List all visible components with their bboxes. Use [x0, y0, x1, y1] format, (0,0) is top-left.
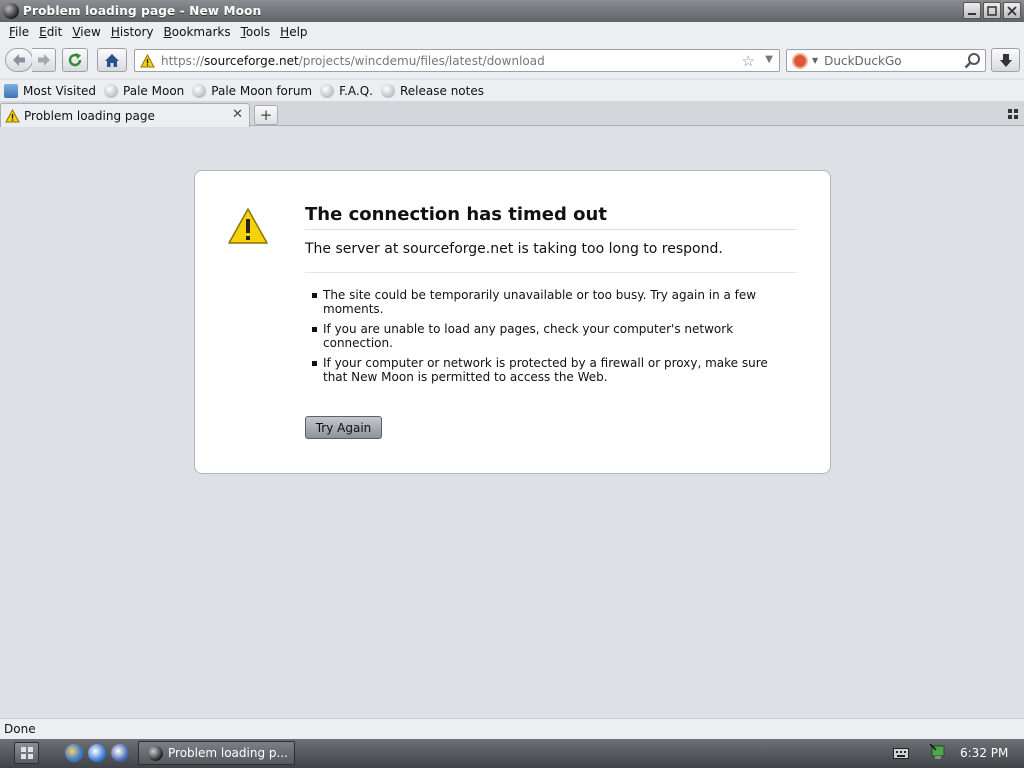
back-arrow-icon	[13, 54, 25, 66]
bookmark-label: Pale Moon	[123, 83, 185, 98]
home-icon	[105, 53, 119, 67]
tab-title: Problem loading page	[24, 108, 155, 123]
error-description: The server at sourceforge.net is taking …	[305, 241, 723, 257]
url-scheme: https://	[161, 53, 205, 68]
moon-favicon-icon	[320, 83, 335, 98]
url-host: sourceforge.net	[204, 53, 299, 68]
moon-favicon-icon	[192, 83, 207, 98]
tab-close-icon[interactable]: ✕	[232, 107, 243, 122]
reload-icon	[68, 53, 82, 67]
navigation-toolbar: https://sourceforge.net/projects/wincdem…	[0, 42, 1024, 78]
bookmark-pale-moon[interactable]: Pale Moon	[104, 83, 185, 98]
quicklaunch-media-player-icon[interactable]	[111, 744, 129, 762]
search-icon[interactable]	[964, 52, 981, 69]
tab-strip: Problem loading page ✕ +	[0, 101, 1024, 127]
bookmark-star-icon[interactable]: ☆	[742, 52, 755, 70]
window-titlebar: Problem loading page - New Moon	[0, 0, 1024, 22]
error-page-container: The connection has timed out The server …	[194, 170, 831, 474]
moon-favicon-icon	[381, 83, 395, 98]
status-text: Done	[4, 722, 36, 736]
bookmarks-toolbar: Most Visited Pale Moon Pale Moon forum F…	[0, 80, 1024, 101]
list-item: The site could be temporarily unavailabl…	[312, 288, 773, 316]
keyboard-icon[interactable]	[893, 746, 909, 760]
downloads-button[interactable]	[991, 48, 1020, 72]
menu-edit[interactable]: Edit	[39, 25, 62, 39]
start-grid-icon	[20, 747, 33, 759]
minimize-icon	[968, 12, 976, 15]
bookmark-faq[interactable]: F.A.Q.	[320, 83, 373, 98]
warning-icon	[5, 108, 20, 122]
network-icon[interactable]	[930, 744, 948, 762]
duckduckgo-engine-icon[interactable]	[792, 52, 808, 69]
status-bar: Done	[0, 718, 1024, 739]
menu-bar: File Edit View History Bookmarks Tools H…	[0, 22, 1024, 42]
new-moon-app-icon	[3, 3, 19, 19]
menu-help[interactable]: Help	[280, 25, 307, 39]
forward-button[interactable]	[32, 48, 56, 72]
engine-dropdown-icon[interactable]: ▼	[812, 56, 818, 65]
new-moon-app-icon	[148, 745, 163, 761]
close-icon	[1007, 5, 1017, 16]
home-button[interactable]	[97, 48, 127, 72]
menu-file[interactable]: File	[9, 25, 29, 39]
reload-button[interactable]	[62, 48, 88, 72]
bookmark-label: Most Visited	[23, 83, 97, 98]
url-text[interactable]: https://sourceforge.net/projects/wincdem…	[161, 54, 545, 68]
list-item: If your computer or network is protected…	[312, 356, 773, 384]
close-window-button[interactable]	[1003, 2, 1021, 19]
menu-view[interactable]: View	[72, 25, 100, 39]
most-visited-folder-icon	[4, 83, 18, 98]
maximize-icon	[987, 5, 997, 16]
page-content: The connection has timed out The server …	[0, 127, 1024, 718]
bookmark-most-visited[interactable]: Most Visited	[4, 83, 97, 98]
maximize-button[interactable]	[983, 2, 1001, 19]
quicklaunch-browser-icon[interactable]	[65, 744, 83, 762]
tab-problem-loading[interactable]: Problem loading page ✕	[0, 103, 250, 127]
bookmark-label: Release notes	[400, 83, 484, 98]
plus-icon: +	[259, 106, 273, 124]
menu-history[interactable]: History	[111, 25, 154, 39]
warning-icon	[140, 53, 155, 67]
error-title: The connection has timed out	[305, 204, 797, 230]
moon-favicon-icon	[104, 83, 119, 98]
taskbar-window-label: Problem loading p...	[168, 746, 288, 760]
search-placeholder: DuckDuckGo	[824, 53, 902, 68]
forward-arrow-icon	[37, 54, 50, 66]
bookmark-pale-moon-forum[interactable]: Pale Moon forum	[192, 83, 313, 98]
address-bar[interactable]: https://sourceforge.net/projects/wincdem…	[134, 49, 780, 72]
error-suggestions-list: The site could be temporarily unavailabl…	[312, 288, 773, 390]
list-item: If you are unable to load any pages, che…	[312, 322, 773, 350]
menu-tools[interactable]: Tools	[241, 25, 271, 39]
os-taskbar: Problem loading p... 6:32 PM	[0, 739, 1024, 768]
bookmark-release-notes[interactable]: Release notes	[381, 83, 484, 98]
quicklaunch-ie-icon[interactable]	[88, 744, 106, 762]
start-menu-button[interactable]	[14, 742, 39, 764]
divider	[305, 272, 797, 273]
url-history-dropdown-icon[interactable]: ▼	[765, 54, 773, 65]
url-path: /projects/wincdemu/files/latest/download	[298, 53, 545, 68]
search-bar[interactable]: ▼ DuckDuckGo	[786, 49, 986, 72]
list-all-tabs-icon[interactable]	[1008, 109, 1018, 119]
menu-bookmarks[interactable]: Bookmarks	[164, 25, 231, 39]
bookmark-label: F.A.Q.	[339, 83, 373, 98]
minimize-button[interactable]	[963, 2, 981, 19]
window-title: Problem loading page - New Moon	[23, 4, 262, 18]
download-arrow-icon	[999, 53, 1012, 67]
try-again-button[interactable]: Try Again	[305, 416, 382, 439]
new-tab-button[interactable]: +	[254, 105, 278, 125]
taskbar-window-button[interactable]: Problem loading p...	[138, 741, 295, 765]
clock[interactable]: 6:32 PM	[960, 746, 1008, 760]
back-button[interactable]	[5, 48, 33, 72]
bookmark-label: Pale Moon forum	[211, 83, 313, 98]
warning-icon	[228, 208, 268, 244]
